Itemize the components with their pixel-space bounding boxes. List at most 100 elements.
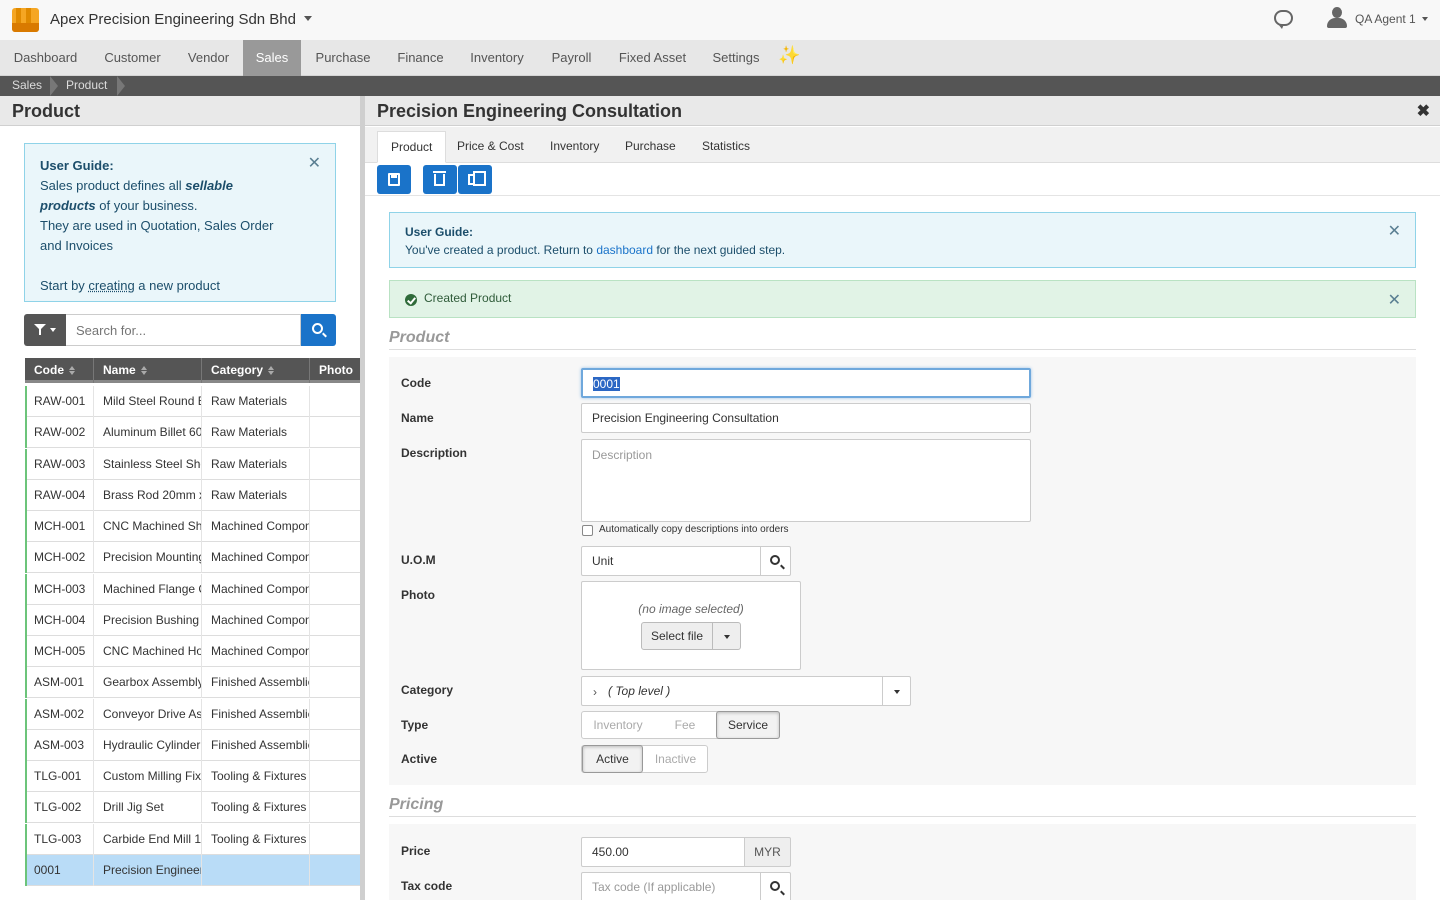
nav-payroll[interactable]: Payroll <box>538 40 605 76</box>
nav-customer[interactable]: Customer <box>91 40 174 76</box>
tax-code-input[interactable]: Tax code (If applicable) <box>581 872 761 900</box>
delete-button[interactable] <box>423 165 457 194</box>
nav-sales[interactable]: Sales <box>243 40 301 76</box>
type-inventory[interactable]: Inventory <box>582 712 654 738</box>
search-button[interactable] <box>301 314 336 346</box>
cell-category: Raw Materials <box>202 479 310 511</box>
close-icon[interactable]: ✖ <box>1417 101 1430 121</box>
table-row[interactable]: ASM-002Conveyor Drive AssemblyFinished A… <box>25 698 360 730</box>
cell-code: MCH-001 <box>25 511 94 542</box>
cell-name: CNC Machined Housing <box>94 636 202 667</box>
nav-dashboard[interactable]: Dashboard <box>0 40 91 76</box>
no-image-text: (no image selected) <box>638 602 744 616</box>
col-name[interactable]: Name <box>94 358 202 383</box>
success-message: Created Product <box>424 291 512 305</box>
table-row[interactable]: RAW-003Stainless Steel SheetRaw Material… <box>25 448 360 480</box>
cell-photo <box>310 636 360 667</box>
close-icon[interactable]: ✕ <box>1388 223 1401 241</box>
col-category[interactable]: Category <box>202 358 310 383</box>
table-row[interactable]: MCH-005CNC Machined HousingMachined Comp… <box>25 636 360 667</box>
active-on[interactable]: Active <box>582 745 643 773</box>
nav-purchase[interactable]: Purchase <box>301 40 385 76</box>
category-select[interactable]: ( Top level ) <box>581 676 883 706</box>
table-row[interactable]: MCH-002Precision Mounting PlateMachined … <box>25 542 360 574</box>
col-code[interactable]: Code <box>25 358 94 383</box>
breadcrumb-product[interactable]: Product <box>66 76 107 96</box>
duplicate-button[interactable] <box>458 165 492 194</box>
guide-title: User Guide: <box>405 225 474 239</box>
close-icon[interactable]: ✕ <box>1388 290 1401 310</box>
tab-statistics[interactable]: Statistics <box>689 131 763 163</box>
nav-settings[interactable]: Settings <box>700 40 772 76</box>
name-input[interactable]: Precision Engineering Consultation <box>581 403 1031 433</box>
nav-finance[interactable]: Finance <box>385 40 456 76</box>
chat-icon[interactable] <box>1274 10 1293 29</box>
breadcrumb: Sales Product <box>0 76 1440 96</box>
tab-purchase[interactable]: Purchase <box>612 131 689 163</box>
table-row[interactable]: RAW-001Mild Steel Round BarRaw Materials <box>25 386 360 417</box>
tab-product[interactable]: Product <box>377 131 447 163</box>
user-guide-box: User Guide: Sales product defines all se… <box>24 143 336 302</box>
select-file-button[interactable]: Select file <box>641 622 713 650</box>
guide-line-2: They are used in Quotation, Sales Order … <box>40 218 274 253</box>
table-row[interactable]: TLG-003Carbide End Mill 10mmTooling & Fi… <box>25 823 360 855</box>
file-options-button[interactable] <box>712 622 741 650</box>
table-row[interactable]: MCH-003Machined Flange CouplingMachined … <box>25 573 360 605</box>
type-fee[interactable]: Fee <box>654 712 716 738</box>
list-header: Product <box>0 96 360 126</box>
company-switcher[interactable]: Apex Precision Engineering Sdn Bhd <box>50 11 312 28</box>
table-row[interactable]: RAW-004Brass Rod 20mm x 1mRaw Materials <box>25 479 360 511</box>
trash-icon <box>433 171 446 186</box>
dashboard-link[interactable]: dashboard <box>596 243 653 257</box>
product-list-panel: Product User Guide: Sales product define… <box>0 96 360 900</box>
main-nav: Dashboard Customer Vendor Sales Purchase… <box>0 40 1440 76</box>
cell-code: MCH-002 <box>25 542 94 574</box>
description-textarea[interactable]: Description <box>581 439 1031 522</box>
user-icon[interactable] <box>1327 7 1347 29</box>
code-input[interactable]: 0001 <box>581 368 1031 398</box>
breadcrumb-separator-icon <box>117 76 125 96</box>
uom-input[interactable]: Unit <box>581 546 761 576</box>
auto-copy-checkbox[interactable] <box>582 525 593 536</box>
filter-button[interactable] <box>24 314 66 346</box>
table-row[interactable]: MCH-001CNC Machined ShaftMachined Compon… <box>25 511 360 542</box>
uom-search-button[interactable] <box>760 546 791 576</box>
photo-dropzone[interactable]: (no image selected) Select file <box>581 581 801 670</box>
type-toggle: Inventory Fee Service <box>581 711 780 739</box>
table-row[interactable]: TLG-002 Drill Jig Set Tooling & Fixtures <box>25 792 360 824</box>
user-guide-box: User Guide: You've created a product. Re… <box>389 212 1416 268</box>
breadcrumb-sales[interactable]: Sales <box>12 76 42 96</box>
search-icon <box>770 881 780 891</box>
category-dropdown-button[interactable] <box>882 676 911 706</box>
user-menu[interactable]: QA Agent 1 <box>1355 12 1428 26</box>
sparkle-icon[interactable]: ✨ <box>778 45 800 66</box>
cell-name: Gearbox Assembly <box>94 667 202 699</box>
table-row[interactable]: MCH-004Precision BushingMachined Compone… <box>25 604 360 636</box>
guide-line-3: Start by creating a new product <box>40 278 220 293</box>
tab-price-cost[interactable]: Price & Cost <box>444 131 537 163</box>
close-icon[interactable]: ✕ <box>308 154 321 174</box>
table-row[interactable]: ASM-001 Gearbox Assembly Finished Assembli… <box>25 667 360 699</box>
table-row[interactable]: TLG-001Custom Milling FixtureTooling & F… <box>25 761 360 792</box>
type-service[interactable]: Service <box>716 711 780 739</box>
nav-inventory[interactable]: Inventory <box>456 40 538 76</box>
success-alert: Created Product ✕ <box>389 280 1416 318</box>
nav-vendor[interactable]: Vendor <box>174 40 243 76</box>
tax-code-search-button[interactable] <box>760 872 791 900</box>
table-row[interactable]: RAW-002Aluminum Billet 6061Raw Materials <box>25 417 360 449</box>
cell-name: Custom Milling Fixture <box>94 761 202 792</box>
label-category: Category <box>401 683 454 697</box>
table-row[interactable]: ASM-003 Hydraulic Cylinder Finished Assemb… <box>25 729 360 761</box>
creating-link[interactable]: creating <box>88 278 134 293</box>
cell-code: ASM-003 <box>25 729 94 761</box>
save-button[interactable] <box>377 165 411 194</box>
nav-fixed-asset[interactable]: Fixed Asset <box>605 40 700 76</box>
active-off[interactable]: Inactive <box>643 746 708 772</box>
chevron-down-icon <box>304 16 312 21</box>
cell-name: Machined Flange Coupling <box>94 573 202 605</box>
search-input[interactable] <box>66 314 301 346</box>
table-row[interactable]: 0001Precision Engineering Consultation <box>25 854 360 886</box>
cell-name: Precision Mounting Plate <box>94 542 202 574</box>
tab-inventory[interactable]: Inventory <box>537 131 612 163</box>
price-input[interactable]: 450.00 <box>581 837 745 867</box>
